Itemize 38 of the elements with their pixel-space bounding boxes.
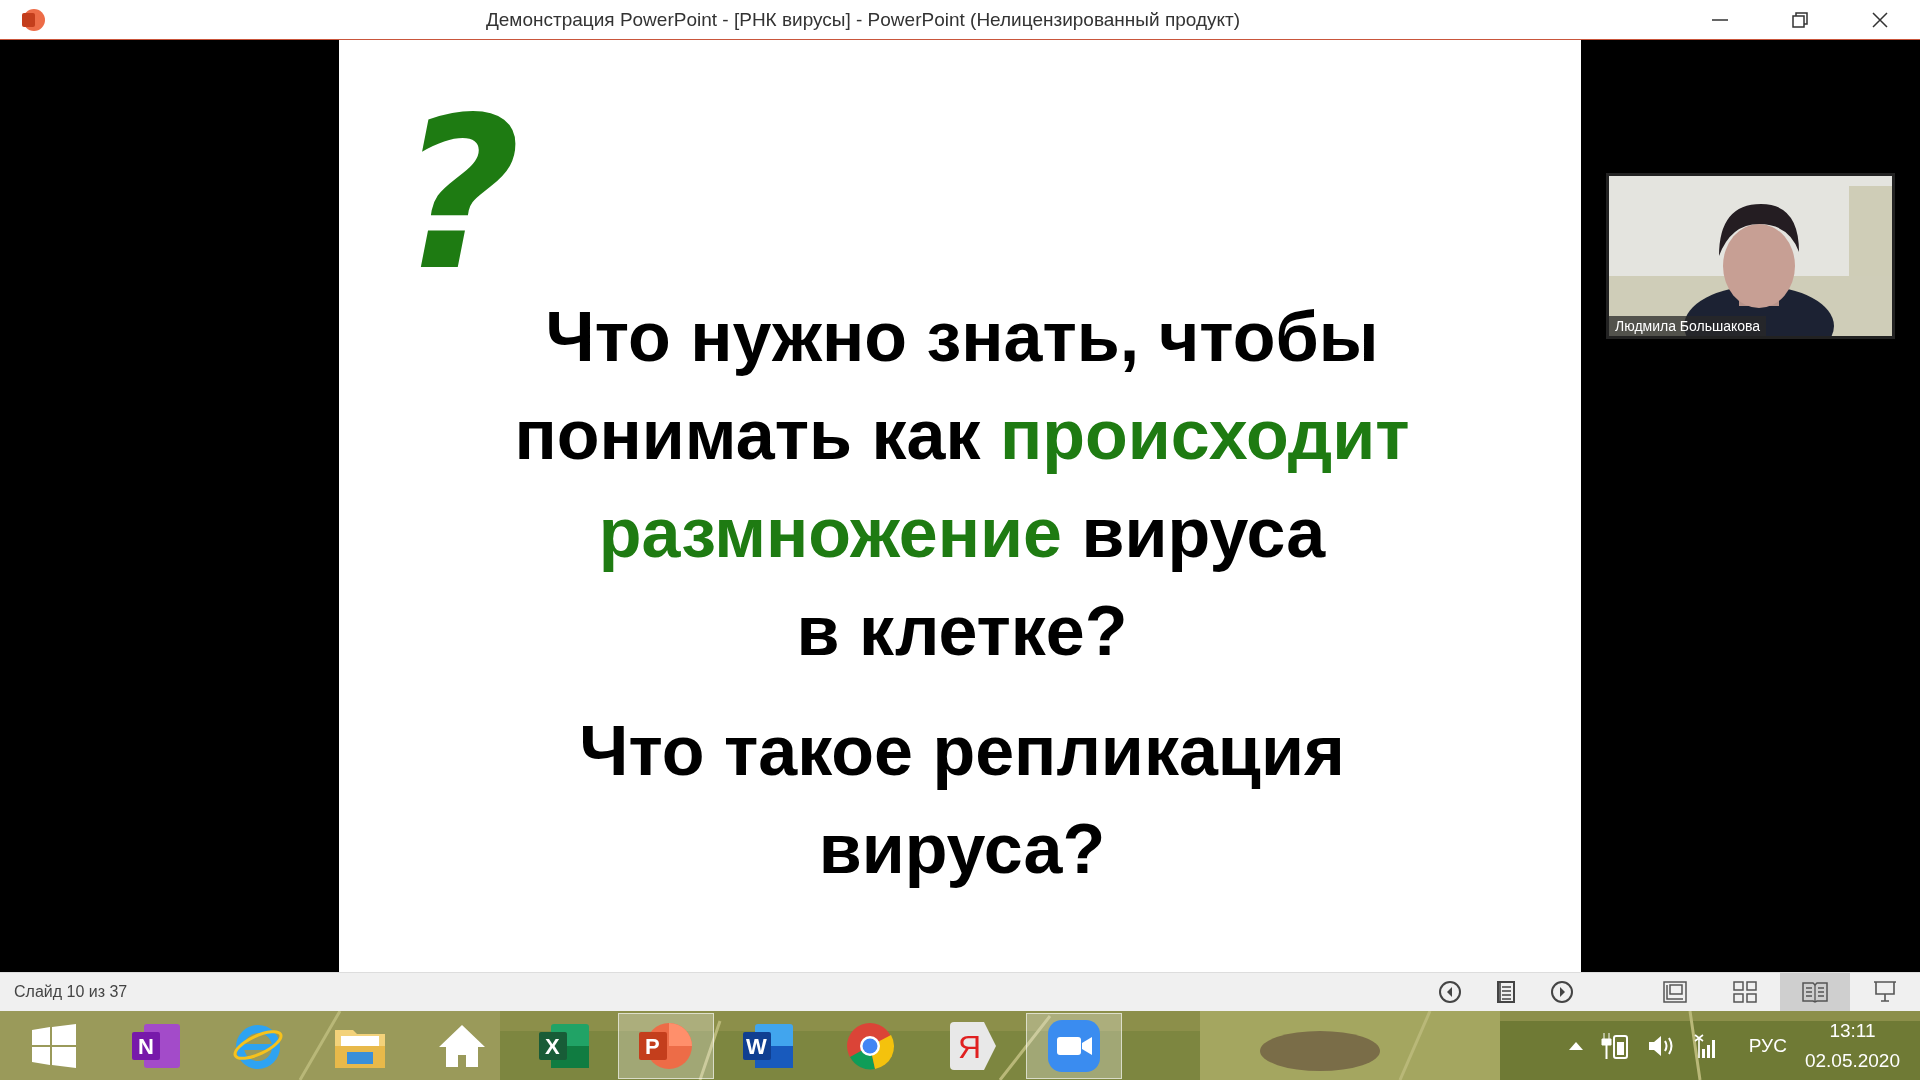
taskbar-app[interactable]: P: [618, 1012, 714, 1079]
clock-date: 02.05.2020: [1804, 1048, 1900, 1073]
app-logo-icon: [20, 7, 46, 32]
close-icon: [1871, 10, 1889, 29]
language-indicator[interactable]: РУС: [1748, 1034, 1787, 1057]
restore-icon: [1791, 10, 1809, 29]
caret-up-icon: [1568, 1041, 1583, 1050]
taskbar-app[interactable]: [1026, 1012, 1122, 1079]
normal-view-icon: [1663, 981, 1687, 1003]
taskbar-app[interactable]: Я: [924, 1012, 1020, 1079]
browser-circle-icon: [845, 1020, 895, 1071]
reading-view-button[interactable]: [1780, 973, 1850, 1011]
taskbar-app[interactable]: N: [108, 1012, 204, 1079]
participant-name: Людмила Большакова: [1609, 316, 1767, 336]
question-line: Что такое репликация: [578, 711, 1345, 792]
windows-icon: [32, 1023, 76, 1068]
speaker-icon: [1646, 1033, 1675, 1058]
question-line: размножение вируса: [597, 493, 1326, 574]
grid-icon: [1733, 981, 1757, 1003]
clock-time: 13:11: [1829, 1018, 1876, 1043]
taskbar-app[interactable]: X: [516, 1012, 612, 1079]
menu-icon: [1496, 980, 1516, 1004]
video-camera-icon: [1046, 1017, 1102, 1074]
slide-counter: Слайд 10 из 37: [14, 983, 129, 1001]
question-line: в клетке?: [795, 591, 1128, 672]
next-icon: [1550, 980, 1574, 1004]
house-icon: [437, 1022, 487, 1069]
window-title: Демонстрация PowerPoint - [РНК вирусы] - PowerPoint (Нелицензированный продукт): [484, 8, 1242, 31]
taskbar-app[interactable]: W: [720, 1012, 816, 1079]
projector-screen-icon: [1873, 980, 1897, 1004]
question-line: понимать как происходит: [513, 395, 1410, 476]
minimize-icon: [1712, 18, 1728, 21]
question-line: вируса?: [817, 809, 1106, 890]
battery-icon: [1600, 1032, 1629, 1059]
question-line: Что нужно знать, чтобы: [544, 297, 1379, 378]
question-mark: ?: [399, 90, 521, 300]
previous-icon: [1438, 980, 1462, 1004]
book-icon: [1802, 981, 1828, 1003]
